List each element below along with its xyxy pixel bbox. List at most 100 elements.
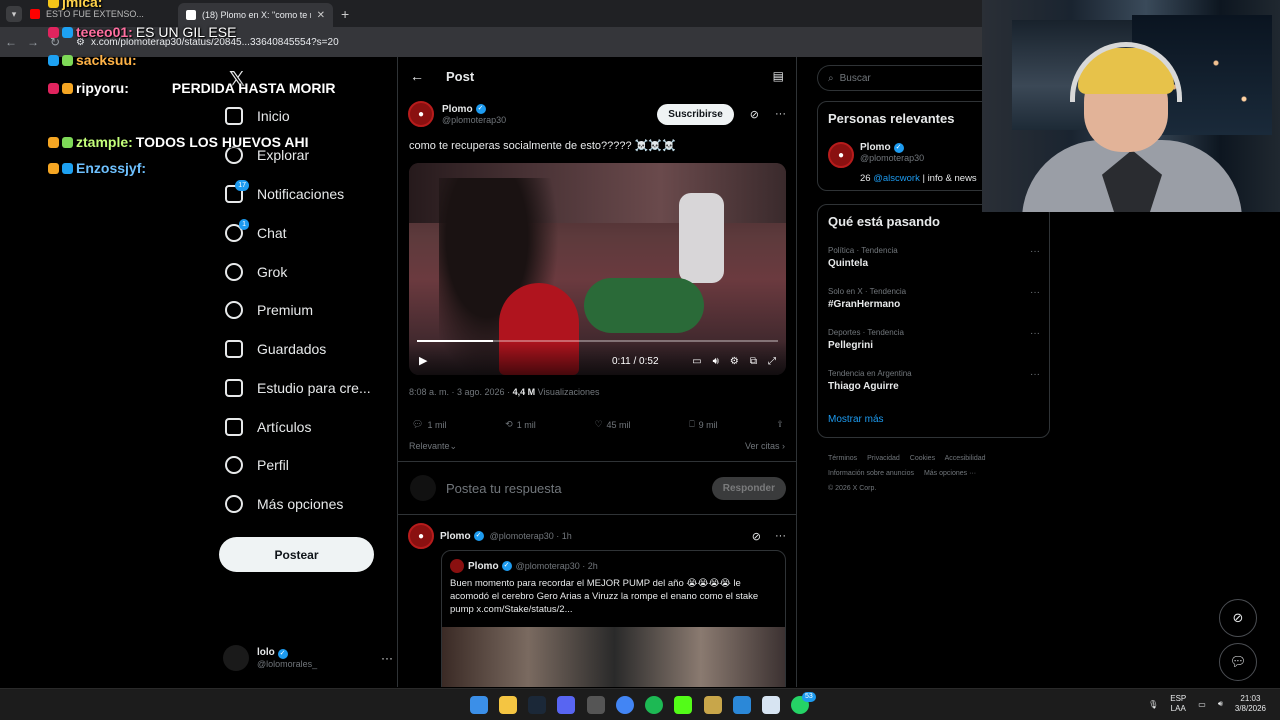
- back-arrow-icon[interactable]: ←: [410, 68, 424, 84]
- video-progress-bar[interactable]: [417, 340, 778, 342]
- view-quotes-link[interactable]: Ver citas ›: [745, 441, 785, 452]
- more-icon[interactable]: ···: [1030, 328, 1040, 339]
- heart-icon: ♡: [594, 419, 603, 429]
- bookmark-icon: [225, 340, 243, 358]
- back-icon[interactable]: ←: [0, 35, 22, 49]
- more-icon[interactable]: ···: [775, 530, 786, 542]
- post-button[interactable]: Postear: [219, 537, 374, 572]
- clock[interactable]: 21:03 3/8/2026: [1235, 694, 1266, 714]
- avatar[interactable]: ●: [408, 523, 434, 549]
- post-timestamp[interactable]: 8:08 a. m. · 3 ago. 2026 ·: [409, 387, 513, 397]
- author-name[interactable]: Plomo: [442, 104, 473, 115]
- reply-button[interactable]: 💬︎ 1 mil: [412, 419, 446, 430]
- chat-bubble-icon: 💬︎: [1229, 654, 1247, 669]
- nav-item-mas-opciones[interactable]: Más opciones: [225, 492, 343, 516]
- app-icon[interactable]: [704, 696, 722, 714]
- footer-link[interactable]: Información sobre anuncios: [828, 470, 914, 477]
- reply-submit-button[interactable]: Responder: [711, 476, 786, 500]
- reader-mode-icon[interactable]: ▤: [773, 69, 784, 83]
- app-icon[interactable]: [587, 696, 605, 714]
- chat-floating-button[interactable]: 💬︎: [1219, 643, 1257, 681]
- footer-link[interactable]: Más opciones ···: [924, 470, 976, 477]
- show-more-link[interactable]: Mostrar más: [828, 414, 884, 425]
- subscribe-button[interactable]: Suscribirse: [657, 103, 734, 125]
- home-icon: [225, 107, 243, 125]
- reply-author-name[interactable]: Plomo: [440, 531, 471, 542]
- microphone-icon[interactable]: 🎙︎: [1148, 700, 1158, 709]
- file-explorer-icon[interactable]: [499, 696, 517, 714]
- avatar: ●: [828, 142, 854, 168]
- steam-icon[interactable]: [528, 696, 546, 714]
- spotify-icon[interactable]: [645, 696, 663, 714]
- network-icon[interactable]: ▭: [1198, 700, 1206, 709]
- windows-start-icon[interactable]: [470, 696, 488, 714]
- more-icon[interactable]: ···: [1030, 287, 1040, 298]
- chrome-icon[interactable]: [616, 696, 634, 714]
- share-icon[interactable]: ⇪: [776, 419, 784, 430]
- grok-icon[interactable]: ⊘: [752, 530, 761, 543]
- trend-item[interactable]: Política · Tendencia Quintela ···: [828, 246, 1040, 269]
- nav-item-notificaciones[interactable]: 17 Notificaciones: [225, 180, 344, 206]
- pip-icon[interactable]: ⧉: [750, 356, 757, 367]
- like-button[interactable]: ♡ 45 mil: [594, 419, 630, 430]
- nav-item-inicio[interactable]: Inicio: [225, 104, 290, 128]
- trend-item[interactable]: Tendencia en Argentina Thiago Aguirre ···: [828, 369, 1040, 392]
- repost-button[interactable]: ⟲ 1 mil: [505, 419, 536, 430]
- discord-icon[interactable]: [557, 696, 575, 714]
- volume-icon[interactable]: 🔊︎: [713, 356, 719, 367]
- footer-link[interactable]: Privacidad: [867, 455, 900, 462]
- avatar[interactable]: ●: [408, 101, 434, 127]
- nav-item-chat[interactable]: 1 Chat: [225, 219, 287, 245]
- more-icon[interactable]: ···: [1030, 246, 1040, 257]
- video-time: 0:11 / 0:52: [612, 356, 659, 367]
- author-handle[interactable]: @plomoterap30: [442, 115, 506, 125]
- settings-icon[interactable]: ⚙: [730, 356, 739, 367]
- bookmark-button[interactable]: ⎕ 9 mil: [689, 419, 717, 430]
- quote-author-name: Plomo: [468, 560, 499, 572]
- forward-icon[interactable]: →: [22, 35, 44, 49]
- footer-link[interactable]: Accesibilidad: [945, 455, 986, 462]
- relevant-user[interactable]: ● Plomo ✓ @plomoterap30: [828, 142, 924, 168]
- post-views: 4,4 M: [512, 387, 536, 397]
- footer-link[interactable]: Términos: [828, 455, 857, 462]
- bio-mention-link[interactable]: @alscwork: [873, 173, 920, 184]
- quote-media[interactable]: [442, 627, 785, 687]
- kick-icon[interactable]: [674, 696, 692, 714]
- post-author: ● Plomo ✓ @plomoterap30 Suscribirse ⊘ ···: [408, 101, 786, 127]
- more-icon[interactable]: ···: [1030, 369, 1040, 380]
- trend-item[interactable]: Deportes · Tendencia Pellegrini ···: [828, 328, 1040, 351]
- volume-icon[interactable]: 🔊︎: [1218, 699, 1223, 709]
- reply-input[interactable]: Postea tu respuesta: [446, 481, 702, 496]
- sort-dropdown[interactable]: Relevante⌄: [409, 441, 457, 452]
- trend-item[interactable]: Solo en X · Tendencia #GranHermano ···: [828, 287, 1040, 310]
- search-input[interactable]: ⌕ Buscar: [817, 65, 982, 91]
- grok-icon[interactable]: ⊘: [750, 108, 759, 121]
- verified-icon: ✓: [473, 531, 484, 541]
- grok-floating-button[interactable]: ⊘: [1219, 599, 1257, 637]
- app-icon[interactable]: [733, 696, 751, 714]
- rocket-icon: [225, 379, 243, 397]
- more-icon[interactable]: ···: [381, 651, 393, 665]
- nav-item-guardados[interactable]: Guardados: [225, 337, 326, 361]
- captions-icon[interactable]: ▭: [692, 356, 701, 367]
- language-indicator[interactable]: ESP LAA: [1170, 694, 1186, 714]
- post-header: ← Post ▤: [398, 57, 796, 95]
- footer-link[interactable]: Cookies: [910, 455, 935, 462]
- chat-message: teeeo01: ES UN GIL ESE: [48, 24, 236, 40]
- notepad-icon[interactable]: [762, 696, 780, 714]
- more-icon[interactable]: ···: [775, 108, 786, 120]
- account-switcher[interactable]: lolo ✓ @lolomorales_ ···: [223, 643, 393, 673]
- fullscreen-icon[interactable]: ⤢: [768, 356, 776, 367]
- webcam-overlay: [982, 0, 1280, 212]
- close-tab-icon[interactable]: ✕: [317, 10, 325, 21]
- quoted-post[interactable]: Plomo ✓ @plomoterap30 · 2h Buen momento p…: [441, 550, 786, 687]
- nav-item-articulos[interactable]: Artículos: [225, 415, 311, 439]
- nav-item-estudio[interactable]: Estudio para cre...: [225, 376, 371, 400]
- nav-item-perfil[interactable]: Perfil: [225, 453, 289, 477]
- play-icon[interactable]: ▶: [419, 354, 427, 367]
- new-tab-button[interactable]: +: [341, 6, 349, 22]
- nav-item-premium[interactable]: Premium: [225, 298, 313, 322]
- tab-search-icon[interactable]: ▾: [6, 5, 22, 22]
- nav-item-grok[interactable]: Grok: [225, 260, 287, 284]
- video-player[interactable]: ▶ 0:11 / 0:52 ▭ 🔊︎ ⚙ ⧉ ⤢: [409, 163, 786, 375]
